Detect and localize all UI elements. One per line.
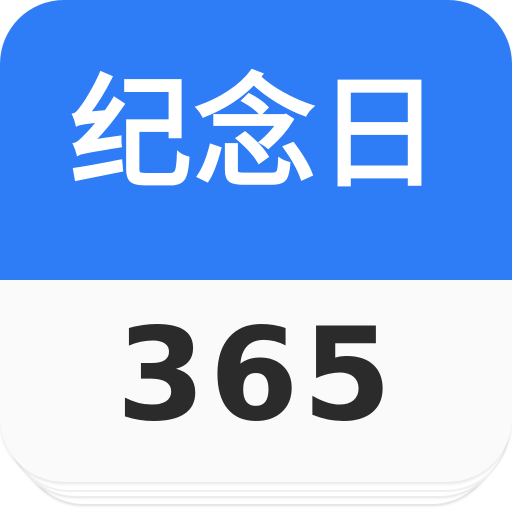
icon-title: 纪念日 <box>70 63 442 205</box>
calendar-header: 纪念日 <box>0 0 512 280</box>
app-icon[interactable]: 纪念日 365 <box>0 0 512 512</box>
calendar-card: 纪念日 365 <box>0 0 512 482</box>
calendar-body: 365 <box>0 280 512 482</box>
icon-number: 365 <box>116 301 396 450</box>
